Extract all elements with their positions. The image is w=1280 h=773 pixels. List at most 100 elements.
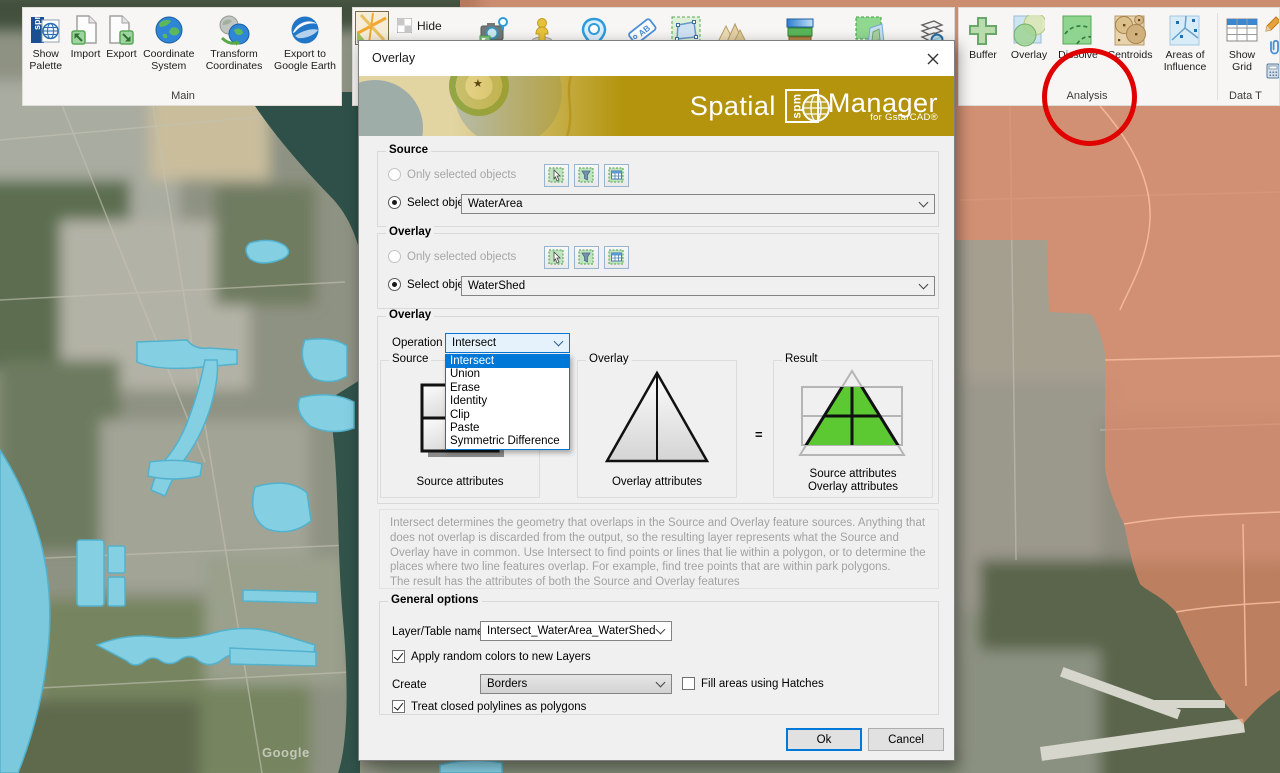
button-label: Import (71, 48, 101, 60)
source-only-selected-radio[interactable]: Only selected objects (388, 168, 516, 181)
combo-value: Intersect_WaterArea_WaterShed (487, 625, 656, 637)
dialog-title: Overlay (372, 51, 415, 65)
filter-objects-button[interactable] (574, 246, 599, 269)
centroids-icon (1114, 15, 1146, 47)
overlay-ribbon-button[interactable]: Overlay (1005, 11, 1053, 73)
map-watermark: Google (262, 745, 310, 760)
show-palette-button[interactable]: spm Show Palette (24, 10, 68, 72)
source-layer-combo[interactable]: WaterArea (461, 194, 935, 214)
combo-value: WaterShed (468, 280, 525, 292)
export-google-earth-button[interactable]: Export to Google Earth (270, 10, 340, 72)
filter-objects-button[interactable] (574, 164, 599, 187)
treat-polylines-checkbox[interactable]: Treat closed polylines as polygons (392, 700, 586, 713)
operation-group-label: Overlay (386, 309, 434, 321)
operation-label: Operation (392, 337, 443, 349)
ok-button[interactable]: Ok (786, 728, 862, 751)
transform-coordinates-button[interactable]: Transform Coordinates (198, 10, 270, 72)
dropdown-option[interactable]: Paste (446, 422, 569, 435)
button-label: Show Palette (24, 48, 68, 72)
create-label: Create (392, 679, 427, 691)
operation-group: Overlay Operation Intersect Intersect Un… (377, 316, 939, 504)
dialog-titlebar[interactable]: Overlay (359, 41, 954, 76)
import-button[interactable]: Import (68, 10, 104, 72)
fill-hatches-checkbox[interactable]: Fill areas using Hatches (682, 677, 824, 690)
operation-dropdown-list: Intersect Union Erase Identity Clip Past… (445, 354, 570, 450)
spm-palette-icon: spm (30, 14, 62, 46)
operation-combo[interactable]: Intersect (445, 333, 570, 353)
button-label: Areas of Influence (1157, 49, 1213, 73)
overlay-dialog: Overlay ★ Spatial spm Mana (358, 40, 955, 761)
overlay-layer-combo[interactable]: WaterShed (461, 276, 935, 296)
button-label: Export (106, 48, 136, 60)
areas-of-influence-icon (1169, 15, 1201, 47)
close-button[interactable] (912, 41, 954, 76)
spm-logo-box: spm (785, 89, 819, 123)
table-icon (608, 167, 625, 184)
checkbox-label: Apply random colors to new Layers (411, 651, 591, 663)
overlay-attributes-panel: Overlay Overlay attributes (577, 360, 737, 498)
button-label: Transform Coordinates (198, 48, 270, 72)
data-table-button[interactable] (604, 246, 629, 269)
radio-label: Only selected objects (407, 169, 516, 181)
calculator-button[interactable] (1265, 63, 1280, 84)
show-grid-button[interactable]: Show Grid (1221, 11, 1263, 73)
pencil-icon (1265, 16, 1280, 32)
dropdown-option[interactable]: Identity (446, 395, 569, 408)
dropdown-option[interactable]: Symmetric Difference (446, 435, 569, 448)
chevron-down-icon (554, 337, 564, 347)
attachments-button[interactable] (1266, 39, 1280, 60)
data-table-button[interactable] (604, 164, 629, 187)
calculator-icon (1265, 63, 1280, 79)
buffer-icon (967, 15, 999, 47)
panel-caption: Source attributes (381, 476, 539, 489)
hide-label: Hide (417, 19, 442, 33)
layer-table-name-label: Layer/Table name (392, 626, 483, 638)
ok-label: Ok (817, 734, 832, 746)
filter-icon (578, 249, 595, 266)
globe-icon (801, 92, 831, 124)
hide-button[interactable]: Hide (397, 18, 442, 33)
overlay-diagram (595, 369, 719, 469)
import-icon (69, 14, 101, 46)
chevron-down-icon (656, 625, 666, 635)
export-button[interactable]: Export (103, 10, 139, 72)
overlay-selection-tools (544, 246, 634, 269)
paperclip-icon (1266, 39, 1280, 55)
dropdown-option[interactable]: Clip (446, 409, 569, 422)
dropdown-option[interactable]: Intersect (446, 355, 569, 368)
radio-icon (388, 196, 401, 209)
source-group-label: Source (386, 144, 431, 156)
operation-description: Intersect determines the geometry that o… (379, 509, 939, 589)
brand-sub: for GstarCAD® (870, 113, 938, 123)
coordinate-system-button[interactable]: Coordinate System (139, 10, 198, 72)
create-combo[interactable]: Borders (480, 674, 672, 694)
button-label: Export to Google Earth (270, 48, 340, 72)
hide-icon (397, 18, 412, 33)
checkbox-label: Fill areas using Hatches (701, 678, 824, 690)
group-label-data: Data T (1229, 90, 1280, 102)
buffer-button[interactable]: Buffer (961, 11, 1005, 73)
checkbox-icon (392, 650, 405, 663)
description-paragraph: The result has the attributes of both th… (390, 575, 928, 590)
google-earth-icon (289, 14, 321, 46)
overlay-layer-group: Overlay Only selected objects (377, 233, 939, 309)
layer-table-name-combo[interactable]: Intersect_WaterArea_WaterShed (480, 621, 672, 641)
combo-value: Intersect (452, 337, 496, 349)
edit-data-button[interactable] (1265, 16, 1280, 37)
svg-text:spm: spm (32, 14, 42, 30)
dropdown-option[interactable]: Union (446, 368, 569, 381)
overlay-only-selected-radio[interactable]: Only selected objects (388, 250, 516, 263)
radio-icon (388, 278, 401, 291)
cancel-button[interactable]: Cancel (868, 728, 944, 751)
apply-random-colors-checkbox[interactable]: Apply random colors to new Layers (392, 650, 591, 663)
dropdown-option[interactable]: Erase (446, 382, 569, 395)
select-objects-button[interactable] (544, 246, 569, 269)
radio-label: Only selected objects (407, 251, 516, 263)
panel-caption-line2: Overlay attributes (774, 481, 932, 494)
button-label: Show Grid (1221, 49, 1263, 73)
overlay-group-label: Overlay (386, 226, 434, 238)
select-objects-button[interactable] (544, 164, 569, 187)
spatial-manager-logo: Spatial spm Manager for GstarCAD® (690, 89, 938, 123)
areas-of-influence-button[interactable]: Areas of Influence (1157, 11, 1213, 73)
dialog-banner: ★ Spatial spm Manager for GstarCAD® (359, 76, 954, 136)
